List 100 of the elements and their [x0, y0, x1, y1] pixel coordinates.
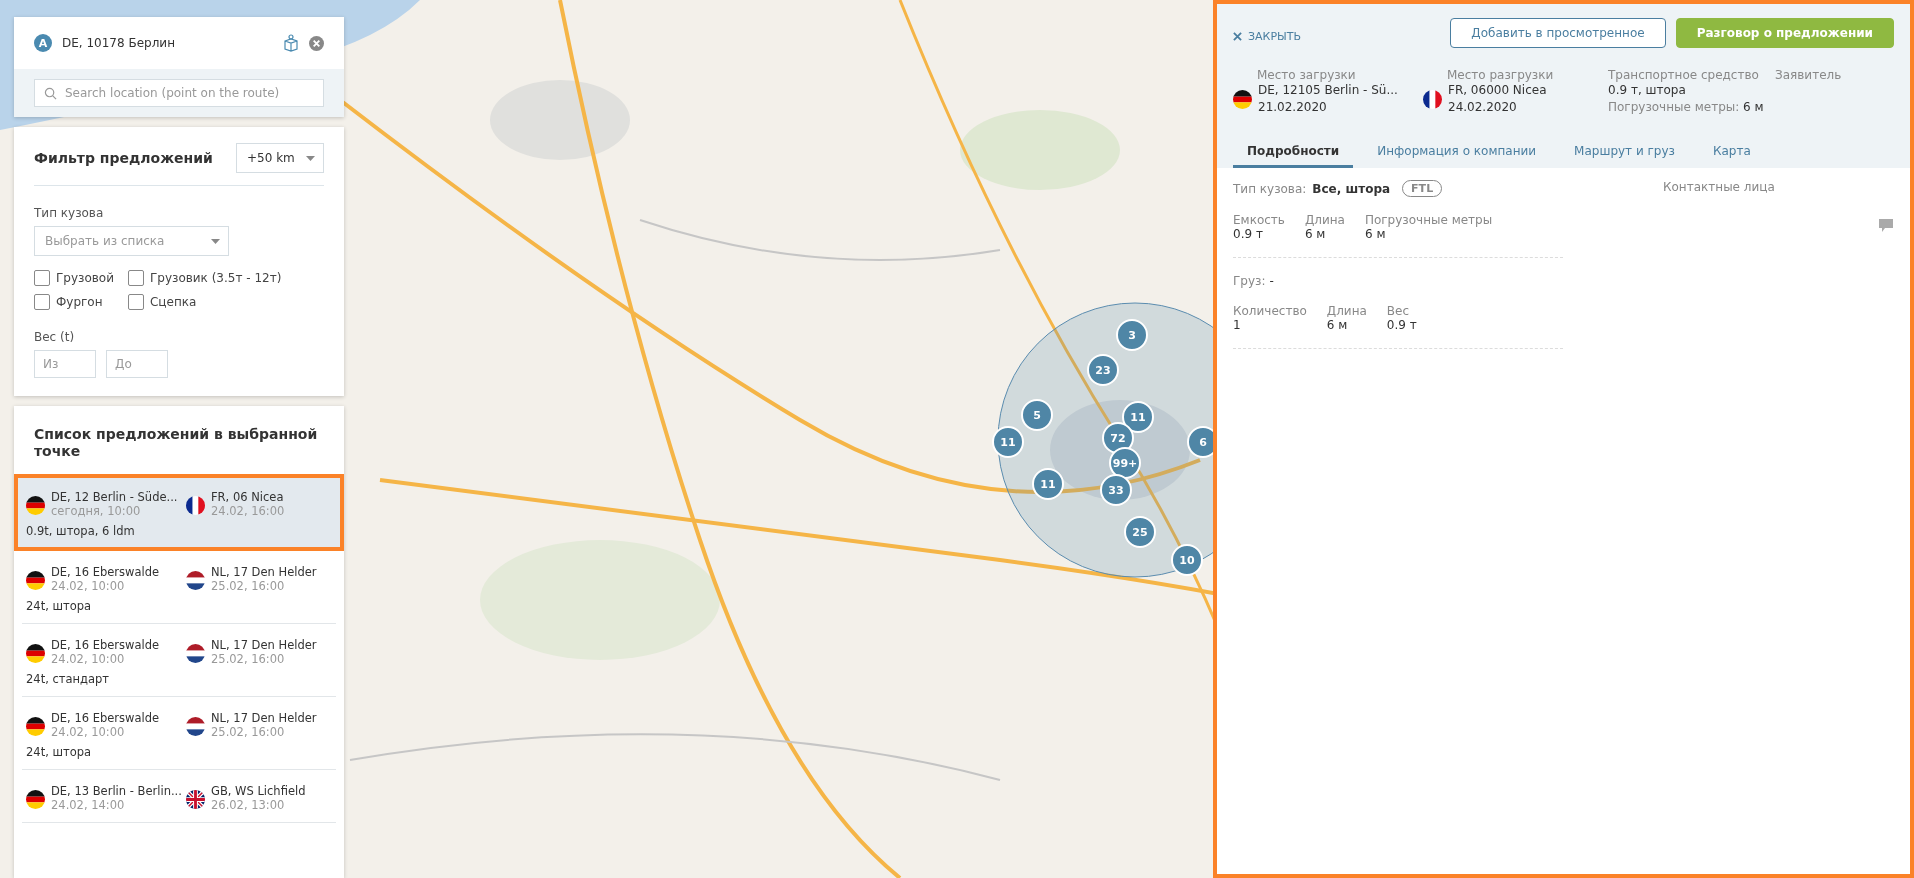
offer-item[interactable]: DE, 13 Berlin - Berlin... 24.02, 14:00 GB, WS Lichfield 26.02, 13:00 — [22, 770, 336, 823]
caret-icon — [306, 155, 315, 161]
meta-label: Заявитель — [1775, 68, 1843, 82]
meta-label: Место разгрузки — [1446, 68, 1555, 82]
flag-icon — [26, 717, 45, 736]
time-text: сегодня, 10:00 — [51, 504, 142, 518]
radius-select[interactable]: +50 km — [236, 143, 324, 173]
package-icon[interactable] — [283, 34, 299, 52]
spec-value: Все, штора — [1312, 181, 1391, 196]
search-icon — [44, 87, 57, 100]
flag-icon — [1423, 89, 1442, 109]
time-text: 24.02, 16:00 — [211, 504, 285, 518]
weight-from-field[interactable]: Из — [34, 350, 96, 378]
spec-label: Количество — [1233, 304, 1307, 318]
spec-value: 6 м — [1364, 227, 1387, 241]
flag-icon — [186, 571, 205, 590]
place-text: DE, 13 Berlin - Berlin... — [51, 784, 182, 798]
spec-value: 0.9 т — [1386, 318, 1417, 332]
flag-icon — [26, 571, 45, 590]
body-type-select[interactable]: Выбрать из списка — [34, 226, 229, 256]
meta-label: Место загрузки — [1256, 68, 1357, 82]
offer-item[interactable]: DE, 16 Eberswalde 24.02, 10:00 NL, 17 Den Helder 25.02, 16:00 24t, стандарт — [22, 624, 336, 697]
cluster-marker[interactable]: 23 — [1087, 354, 1119, 386]
cluster-marker[interactable]: 10 — [1171, 544, 1203, 576]
meta-value: 6 м — [1743, 100, 1764, 114]
tab[interactable]: Информация о компании — [1363, 138, 1551, 168]
spec-value: 1 — [1233, 318, 1242, 332]
cluster-marker[interactable]: 11 — [992, 426, 1024, 458]
place-text: DE, 16 Eberswalde — [51, 638, 160, 652]
offer-item[interactable]: DE, 12 Berlin - Süde... сегодня, 10:00 FR, 06 Nicea 24.02, 16:00 0.9t, штора, 6 ldm — [14, 474, 344, 551]
meta-value: 0.9 т, штора — [1608, 82, 1687, 99]
offer-summary: 24t, штора — [26, 745, 93, 759]
meta-date: 21.02.2020 — [1258, 99, 1328, 116]
close-icon[interactable] — [309, 35, 324, 51]
spec-value: 6 м — [1304, 227, 1327, 241]
time-text: 25.02, 16:00 — [211, 579, 286, 593]
place-text: DE, 16 Eberswalde — [51, 565, 160, 579]
time-text: 25.02, 16:00 — [211, 652, 286, 666]
list-title: Список предложений в выбранной точке — [33, 426, 319, 461]
spec-label: Емкость — [1233, 213, 1285, 227]
checkbox[interactable]: Грузовой — [34, 270, 114, 286]
spec-label: Груз: — [1233, 274, 1266, 288]
spec-value: 0.9 т — [1233, 227, 1264, 241]
close-icon — [1233, 31, 1242, 41]
place-text: NL, 17 Den Helder — [211, 711, 317, 725]
chat-offer-button[interactable]: Разговор о предложении — [1675, 18, 1894, 48]
tab[interactable]: Маршрут и груз — [1560, 138, 1689, 168]
cluster-marker[interactable]: 25 — [1124, 516, 1156, 548]
flag-icon — [186, 790, 205, 809]
checkbox[interactable]: Сцепка — [128, 294, 282, 310]
place-text: NL, 17 Den Helder — [211, 565, 317, 579]
spec-label: Погрузочные метры — [1364, 213, 1493, 227]
add-viewed-button[interactable]: Добавить в просмотренное — [1450, 18, 1666, 48]
place-text: DE, 16 Eberswalde — [51, 711, 160, 725]
offer-summary: 24t, штора — [26, 599, 93, 613]
tab[interactable]: Карта — [1698, 138, 1765, 168]
meta-value: DE, 12105 Berlin - Sü... — [1258, 82, 1398, 99]
offer-item[interactable]: DE, 16 Eberswalde 24.02, 10:00 NL, 17 Den Helder 25.02, 16:00 24t, штора — [22, 697, 336, 770]
tab[interactable]: Подробности — [1233, 138, 1354, 168]
cluster-marker[interactable]: 3 — [1116, 319, 1148, 351]
flag-icon — [186, 644, 205, 663]
meta-value: FR, 06000 Nicea — [1448, 82, 1547, 99]
location-text: DE, 10178 Берлин — [62, 36, 176, 50]
flag-icon — [1233, 89, 1252, 109]
spec-label: Длина — [1326, 304, 1367, 318]
checkbox[interactable]: Грузовик (3.5т - 12т) — [128, 270, 282, 286]
field-label: Тип кузова — [34, 206, 105, 220]
time-text: 24.02, 10:00 — [51, 579, 126, 593]
weight-to-field[interactable]: До — [106, 350, 168, 378]
place-text: GB, WS Lichfield — [211, 784, 306, 798]
place-text: FR, 06 Nicea — [211, 490, 285, 504]
offer-summary: 24t, стандарт — [26, 672, 111, 686]
meta-label: Погрузочные метры: — [1608, 100, 1740, 114]
spec-value: - — [1269, 274, 1274, 288]
time-text: 24.02, 14:00 — [51, 798, 126, 812]
meta-date: 24.02.2020 — [1448, 99, 1518, 116]
cluster-marker[interactable]: 11 — [1032, 468, 1064, 500]
checkbox[interactable]: Фургон — [34, 294, 114, 310]
offer-summary: 0.9t, штора, 6 ldm — [26, 524, 136, 538]
spec-value: 6 м — [1326, 318, 1349, 332]
cluster-marker[interactable]: 33 — [1100, 474, 1132, 506]
chat-icon[interactable] — [1878, 218, 1894, 233]
flag-icon — [26, 496, 45, 515]
search-field[interactable]: Search location (point on the route) — [34, 79, 324, 107]
caret-icon — [211, 238, 220, 244]
place-text: NL, 17 Den Helder — [211, 638, 317, 652]
spec-label: Вес — [1386, 304, 1411, 318]
contacts-label: Контактные лица — [1663, 180, 1776, 194]
meta-label: Транспортное средство — [1608, 68, 1760, 82]
field-label: Вес (t) — [34, 330, 76, 344]
flag-icon — [26, 790, 45, 809]
point-marker: A — [34, 34, 52, 52]
time-text: 24.02, 10:00 — [51, 725, 126, 739]
offer-item[interactable]: DE, 16 Eberswalde 24.02, 10:00 NL, 17 Den Helder 25.02, 16:00 24t, штора — [22, 551, 336, 624]
flag-icon — [186, 717, 205, 736]
close-button[interactable]: ЗАКРЫТЬ — [1233, 29, 1301, 43]
cluster-marker[interactable]: 5 — [1021, 399, 1053, 431]
spec-label: Тип кузова: — [1233, 181, 1307, 196]
time-text: 26.02, 13:00 — [211, 798, 286, 812]
filter-title: Фильтр предложений — [34, 150, 213, 166]
